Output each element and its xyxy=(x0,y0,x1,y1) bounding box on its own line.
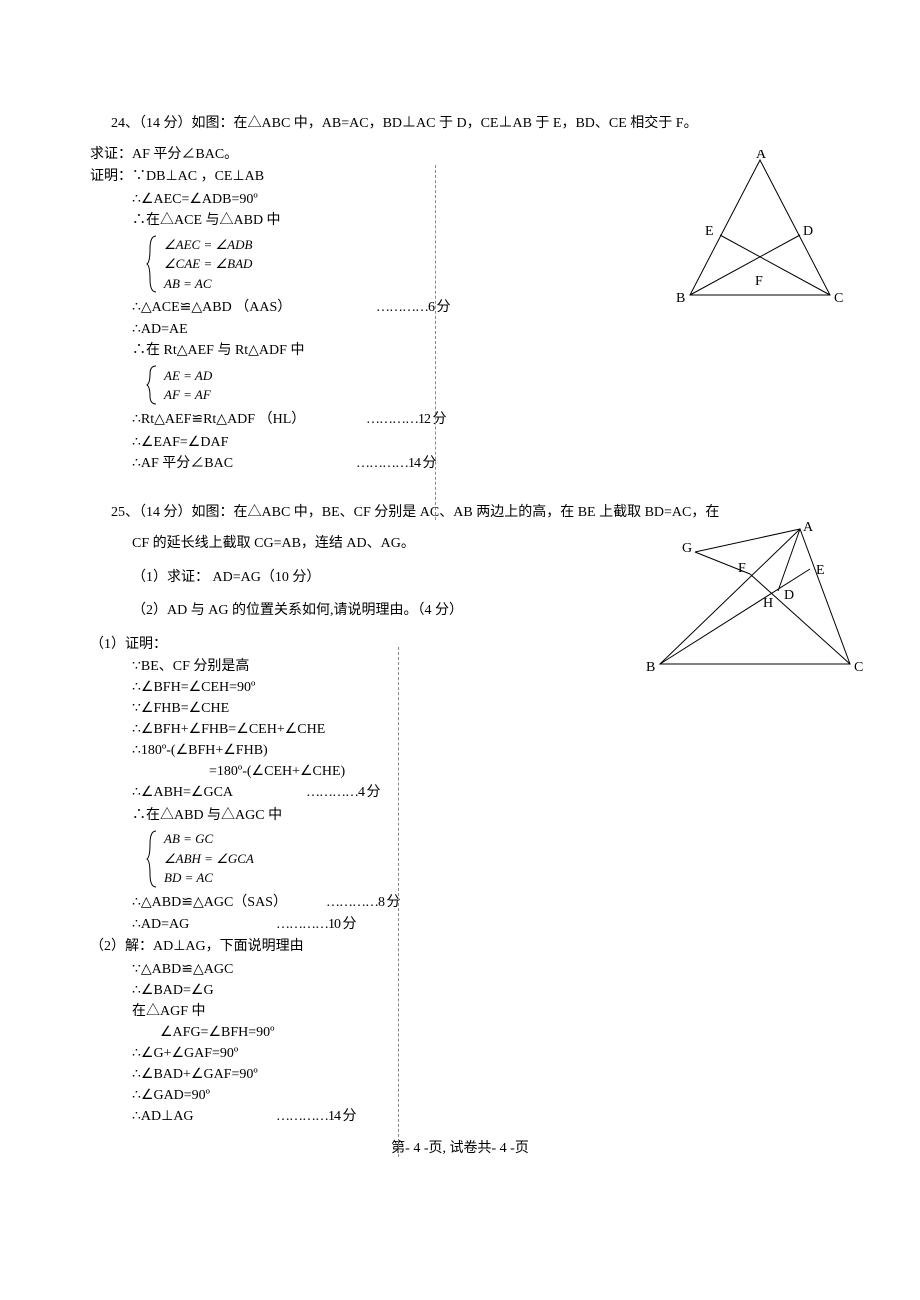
p24-proof-label: 证明： xyxy=(90,169,132,184)
p24-l7-score: …………12 分 xyxy=(362,409,450,431)
page-footer: 第- 4 -页, 试卷共- 4 -页 xyxy=(90,1138,830,1160)
p24-l1: ∵DB⊥AC ，CE⊥AB xyxy=(132,169,264,184)
p25-p1-l9-score: …………10 分 xyxy=(272,914,360,936)
problem-25: A B C D E F G H 25、（14 分）如图：在△ABC 中，BE、C… xyxy=(90,499,830,1128)
p24-l8: ∴∠EAF=∠DAF xyxy=(90,432,830,453)
p25-p1-l6: ∴∠ABH=∠GCA xyxy=(132,782,302,804)
p25-p1-l8-score: …………8 分 xyxy=(322,892,404,914)
figure-25: A B C D E F G H xyxy=(640,519,870,697)
label-F25: F xyxy=(738,561,746,576)
divider-24 xyxy=(435,165,436,520)
triangle-figure-24: A B C D E F xyxy=(670,150,850,320)
p25-p1-l6-score: …………4 分 xyxy=(302,782,384,804)
p25-number: 25、 xyxy=(111,505,139,520)
label-H25: H xyxy=(763,596,773,611)
label-G25: G xyxy=(682,541,692,556)
p25-p2-l8: ∴AD⊥AG xyxy=(132,1106,272,1128)
label-E25: E xyxy=(816,563,825,578)
label-A25: A xyxy=(803,520,814,535)
label-C: C xyxy=(834,291,843,306)
p25-b1a: AB = GC xyxy=(164,829,254,849)
p25-p2-l6: ∴∠BAD+∠GAF=90º xyxy=(90,1064,830,1085)
p25-p1-l5b: =180º-(∠CEH+∠CHE) xyxy=(90,761,830,782)
p25-p1-l9-row: ∴AD=AG …………10 分 xyxy=(90,914,830,936)
p24-stem: 24、（14 分）如图：在△ABC 中，AB=AC，BD⊥AC 于 D，CE⊥A… xyxy=(90,110,830,138)
label-D: D xyxy=(803,224,813,239)
p24-brace2: AE = AD AF = AF xyxy=(90,364,830,406)
p25-p2-l1: ∵△ABD≌△AGC xyxy=(90,959,830,980)
p24-l7-row: ∴Rt△AEF≌Rt△ADF （HL） …………12 分 xyxy=(90,409,830,431)
p24-b2a: AE = AD xyxy=(164,366,212,386)
label-E: E xyxy=(705,224,714,239)
p25-p1-l5: ∴180º-(∠BFH+∠FHB) xyxy=(90,740,830,761)
brace-icon xyxy=(146,829,160,889)
label-B25: B xyxy=(646,660,655,675)
p24-l4: ∴△ACE≌△ABD （AAS） xyxy=(132,297,372,319)
p25-p1-l9: ∴AD=AG xyxy=(132,914,272,936)
p24-b1c: AB = AC xyxy=(164,274,252,294)
p24-l9: ∴AF 平分∠BAC xyxy=(132,453,352,475)
p24-b1b: ∠CAE = ∠BAD xyxy=(164,254,252,274)
label-C25: C xyxy=(854,660,863,675)
p24-b1a: ∠AEC = ∠ADB xyxy=(164,235,252,255)
p24-b2b: AF = AF xyxy=(164,385,212,405)
p25-b1b: ∠ABH = ∠GCA xyxy=(164,849,254,869)
p25-p2-l5: ∴∠G+∠GAF=90º xyxy=(90,1043,830,1064)
p25-part2-label: （2）解：AD⊥AG，下面说明理由 xyxy=(90,936,830,958)
divider-25 xyxy=(398,647,399,1157)
p24-l9-score: …………14 分 xyxy=(352,453,440,475)
p25-p2-l2: ∴∠BAD=∠G xyxy=(90,980,830,1001)
p24-l9-row: ∴AF 平分∠BAC …………14 分 xyxy=(90,453,830,475)
p24-l6: ∴在 Rt△AEF 与 Rt△ADF 中 xyxy=(90,340,830,361)
label-F: F xyxy=(755,274,763,289)
p24-stem-text: 如图：在△ABC 中，AB=AC，BD⊥AC 于 D，CE⊥AB 于 E，BD、… xyxy=(192,116,698,131)
label-A: A xyxy=(756,150,767,162)
p24-l7: ∴Rt△AEF≌Rt△ADF （HL） xyxy=(132,409,362,431)
p25-points: （14 分） xyxy=(139,505,192,520)
problem-24: A B C D E F 24、（14 分）如图：在△ABC 中，AB=AC，BD… xyxy=(90,110,830,475)
p25-p1-l4: ∴∠BFH+∠FHB=∠CEH+∠CHE xyxy=(90,719,830,740)
p25-p1-l6-row: ∴∠ABH=∠GCA …………4 分 xyxy=(90,782,830,804)
figure-24: A B C D E F xyxy=(670,150,850,328)
p25-p2-l4: ∠AFG=∠BFH=90º xyxy=(90,1022,830,1043)
p25-p2-l3: 在△AGF 中 xyxy=(90,1001,830,1022)
p25-p2-l8-score: …………14 分 xyxy=(272,1106,360,1128)
p25-b1c: BD = AC xyxy=(164,868,254,888)
p25-p2-l8-row: ∴AD⊥AG …………14 分 xyxy=(90,1106,830,1128)
p25-p1-l3: ∵∠FHB=∠CHE xyxy=(90,698,830,719)
p24-points: （14 分） xyxy=(139,116,192,131)
triangle-figure-25: A B C D E F G H xyxy=(640,519,870,689)
brace-icon xyxy=(146,234,160,294)
p25-p2-l7: ∴∠GAD=90º xyxy=(90,1085,830,1106)
p25-p1-l7: ∴在△ABD 与△AGC 中 xyxy=(90,805,830,826)
label-B: B xyxy=(676,291,685,306)
brace-icon xyxy=(146,364,160,406)
p25-p1-l8-row: ∴△ABD≌△AGC（SAS） …………8 分 xyxy=(90,892,830,914)
p25-p1-l8: ∴△ABD≌△AGC（SAS） xyxy=(132,892,322,914)
p25-stem1: 如图：在△ABC 中，BE、CF 分别是 AC、AB 两边上的高，在 BE 上截… xyxy=(192,505,720,520)
p24-l4-score: …………6 分 xyxy=(372,297,454,319)
p25-brace1: AB = GC ∠ABH = ∠GCA BD = AC xyxy=(90,829,830,889)
p24-number: 24、 xyxy=(111,116,139,131)
label-D25: D xyxy=(784,588,794,603)
